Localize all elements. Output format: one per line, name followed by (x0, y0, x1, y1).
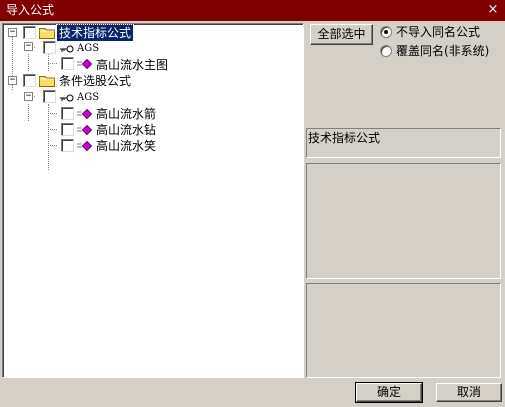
radio-overwrite-duplicates[interactable] (380, 45, 392, 57)
formula-info-box: 技术指标公式 (306, 128, 501, 158)
folder-icon (39, 76, 55, 87)
formula-type-label: 技术指标公式 (308, 131, 381, 145)
checkbox[interactable] (43, 90, 56, 103)
description-panel (306, 163, 501, 279)
key-icon (60, 94, 74, 102)
tree-connector (48, 129, 57, 130)
expand-toggle[interactable]: − (8, 28, 17, 37)
tree-node-label[interactable]: 高山流水箭 (96, 106, 156, 122)
checkbox[interactable] (61, 123, 74, 136)
radio-skip-duplicates[interactable] (380, 26, 392, 38)
checkbox[interactable] (61, 139, 74, 152)
tree-node-label[interactable]: 高山流水钻 (96, 122, 156, 138)
checkbox[interactable] (43, 41, 56, 54)
radio-label: 不导入同名公式 (396, 25, 481, 39)
radio-label: 覆盖同名(非系统) (396, 44, 490, 58)
close-icon[interactable]: × (486, 0, 500, 21)
tree-node-label[interactable]: AGS (77, 90, 99, 106)
tree-node-label[interactable]: 技术指标公式 (55, 24, 135, 42)
tree-connector (48, 113, 57, 114)
select-all-button[interactable]: 全部选中 (310, 24, 373, 45)
tree-connector (48, 63, 57, 64)
title-bar: 导入公式 × (0, 0, 505, 21)
formula-icon (77, 109, 93, 119)
formula-icon (77, 141, 93, 151)
tree-node-label[interactable]: AGS (77, 41, 99, 57)
window-title: 导入公式 (6, 3, 55, 17)
checkbox[interactable] (23, 26, 36, 39)
detail-panel (306, 283, 501, 378)
expand-toggle[interactable]: − (24, 42, 33, 51)
cancel-button[interactable]: 取消 (436, 383, 502, 402)
checkbox[interactable] (61, 107, 74, 120)
tree-connector (28, 54, 29, 71)
checkbox[interactable] (23, 74, 36, 87)
tree-connector (28, 104, 29, 121)
folder-icon (39, 28, 55, 39)
expand-toggle[interactable]: − (24, 92, 33, 101)
tree-node-label[interactable]: 高山流水主图 (96, 57, 168, 73)
formula-icon (77, 125, 93, 135)
tree-node-label[interactable]: 条件选股公式 (59, 73, 131, 89)
expand-toggle[interactable]: − (8, 76, 17, 85)
tree-connector (48, 145, 57, 146)
tree-node-label[interactable]: 高山流水笑 (96, 138, 156, 154)
checkbox[interactable] (61, 57, 74, 70)
formula-tree[interactable]: − 技术指标公式 − AGS 高山流水主图 − 条件选股公式 − AGS 高山流… (2, 23, 304, 378)
key-icon (60, 45, 74, 53)
formula-icon (77, 59, 93, 69)
ok-button[interactable]: 确定 (355, 382, 423, 403)
